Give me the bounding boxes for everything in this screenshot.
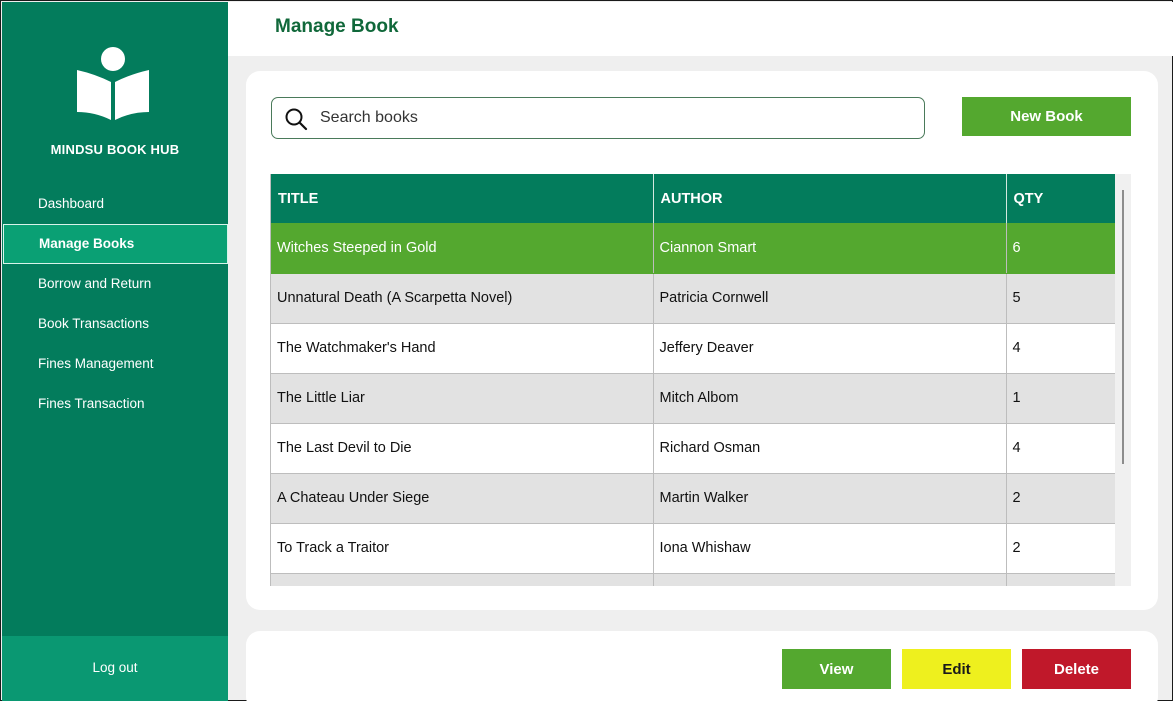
table-row[interactable]: The Watchmaker's Hand Jeffery Deaver 4 (271, 323, 1115, 374)
cell-title: Unnatural Death (A Scarpetta Novel) (271, 273, 654, 324)
search-icon (285, 108, 308, 131)
cell-title: The Last Devil to Die (271, 423, 654, 474)
sidebar-item-book-transactions[interactable]: Book Transactions (2, 304, 228, 344)
table-row[interactable]: Witches Steeped in Gold Ciannon Smart 6 (271, 223, 1115, 274)
sidebar-nav: Dashboard Manage Books Borrow and Return… (2, 184, 228, 424)
logo (2, 40, 228, 130)
cell-author: Martin Walker (653, 473, 1007, 524)
table-row[interactable] (271, 573, 1115, 586)
view-button[interactable]: View (782, 649, 891, 689)
books-table: TITLE AUTHOR QTY Witches Steeped in Gold… (271, 174, 1115, 586)
cell-qty: 2 (1006, 523, 1115, 574)
sidebar-item-dashboard[interactable]: Dashboard (2, 184, 228, 224)
column-header-author[interactable]: AUTHOR (653, 174, 1007, 223)
cell-author: Mitch Albom (653, 373, 1007, 424)
books-table-container[interactable]: TITLE AUTHOR QTY Witches Steeped in Gold… (270, 174, 1115, 586)
search-box[interactable] (271, 97, 925, 139)
page-header: Manage Book (228, 2, 1173, 56)
cell-author: Jeffery Deaver (653, 323, 1007, 374)
table-row[interactable]: Unnatural Death (A Scarpetta Novel) Patr… (271, 273, 1115, 324)
cell-author: Ciannon Smart (653, 223, 1007, 274)
table-row[interactable]: To Track a Traitor Iona Whishaw 2 (271, 523, 1115, 574)
delete-button[interactable]: Delete (1022, 649, 1131, 689)
cell-author: Iona Whishaw (653, 523, 1007, 574)
cell-qty: 5 (1006, 273, 1115, 324)
logout-button[interactable]: Log out (2, 636, 228, 701)
cell-title: To Track a Traitor (271, 523, 654, 574)
edit-button[interactable]: Edit (902, 649, 1011, 689)
cell-qty: 2 (1006, 473, 1115, 524)
cell-title: A Chateau Under Siege (271, 473, 654, 524)
scrollbar-thumb[interactable] (1122, 190, 1124, 464)
cell-title: Witches Steeped in Gold (271, 223, 654, 274)
table-header-row: TITLE AUTHOR QTY (271, 174, 1115, 223)
sidebar-item-fines-transaction[interactable]: Fines Transaction (2, 384, 228, 424)
search-input[interactable] (320, 104, 910, 132)
cell-qty: 1 (1006, 373, 1115, 424)
new-book-button[interactable]: New Book (962, 97, 1131, 136)
cell-qty: 6 (1006, 223, 1115, 274)
column-header-qty[interactable]: QTY (1006, 174, 1115, 223)
sidebar: MINDSU BOOK HUB Dashboard Manage Books B… (2, 2, 228, 701)
books-panel: New Book TITLE AUTHOR QTY Witches Steepe… (246, 71, 1158, 610)
cell-title (271, 573, 654, 586)
sidebar-item-fines-management[interactable]: Fines Management (2, 344, 228, 384)
actions-panel: View Edit Delete (246, 631, 1158, 701)
table-row[interactable]: The Little Liar Mitch Albom 1 (271, 373, 1115, 424)
column-header-title[interactable]: TITLE (271, 174, 654, 223)
table-scrollbar[interactable] (1115, 174, 1131, 586)
cell-qty: 4 (1006, 423, 1115, 474)
cell-qty (1006, 573, 1115, 586)
cell-author: Patricia Cornwell (653, 273, 1007, 324)
cell-title: The Little Liar (271, 373, 654, 424)
cell-title: The Watchmaker's Hand (271, 323, 654, 374)
table-row[interactable]: A Chateau Under Siege Martin Walker 2 (271, 473, 1115, 524)
sidebar-item-manage-books[interactable]: Manage Books (3, 224, 228, 264)
brand-name: MINDSU BOOK HUB (50, 142, 180, 157)
cell-author: Richard Osman (653, 423, 1007, 474)
cell-qty: 4 (1006, 323, 1115, 374)
table-row[interactable]: The Last Devil to Die Richard Osman 4 (271, 423, 1115, 474)
app-window: MINDSU BOOK HUB Dashboard Manage Books B… (0, 0, 1173, 701)
cell-author (653, 573, 1007, 586)
book-reader-icon (77, 47, 149, 120)
page-title: Manage Book (275, 16, 399, 37)
sidebar-item-borrow-return[interactable]: Borrow and Return (2, 264, 228, 304)
